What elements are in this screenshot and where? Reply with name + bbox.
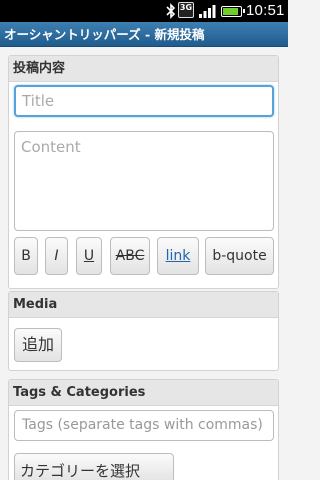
tags-categories-section: Tags & Categories Tags (separate tags wi… xyxy=(8,379,279,480)
media-section: Media 追加 xyxy=(8,291,279,371)
strikethrough-button[interactable]: ABC xyxy=(110,237,150,275)
status-bar: 3G 10:51 xyxy=(0,0,288,22)
clock: 10:51 xyxy=(246,2,285,19)
bold-button[interactable]: B xyxy=(14,237,38,275)
blockquote-button[interactable]: b-quote xyxy=(205,237,274,275)
tags-section-heading: Tags & Categories xyxy=(9,380,278,406)
battery-icon xyxy=(221,6,245,17)
media-section-heading: Media xyxy=(9,292,278,318)
bluetooth-icon xyxy=(166,3,176,19)
post-content-section: 投稿内容 Title Content B I U ABC link b-quot… xyxy=(8,55,279,289)
3g-icon: 3G xyxy=(178,2,194,18)
title-input[interactable]: Title xyxy=(14,85,274,117)
signal-icon xyxy=(199,5,216,18)
italic-button[interactable]: I xyxy=(45,237,68,275)
page-title: オーシャントリッパーズ - 新規投稿 xyxy=(0,22,288,47)
tags-input[interactable]: Tags (separate tags with commas) xyxy=(14,410,274,441)
content-textarea[interactable]: Content xyxy=(14,131,274,231)
post-section-heading: 投稿内容 xyxy=(9,56,278,82)
link-button[interactable]: link xyxy=(157,237,199,275)
add-media-button[interactable]: 追加 xyxy=(14,328,62,362)
underline-button[interactable]: U xyxy=(76,237,102,275)
select-category-button[interactable]: カテゴリーを選択 xyxy=(14,453,174,480)
